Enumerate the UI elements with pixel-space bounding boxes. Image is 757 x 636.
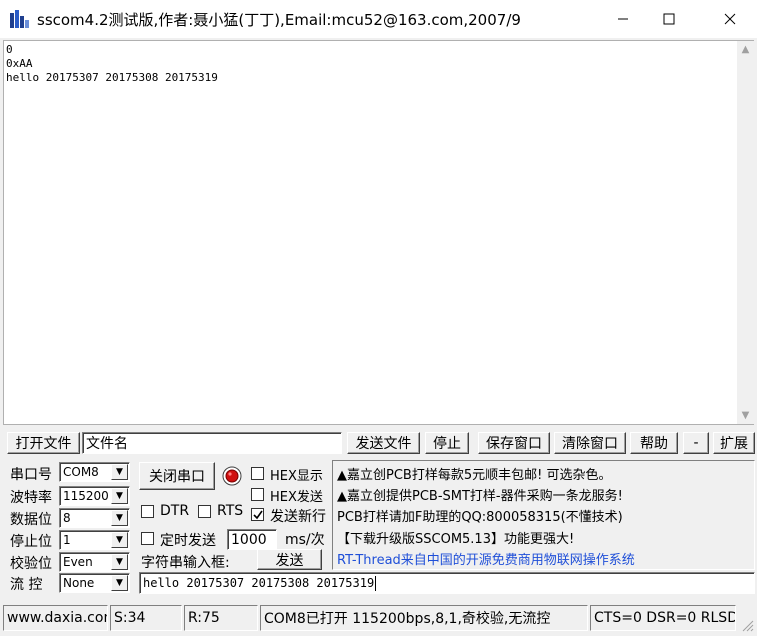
stop-bits-label: 停止位: [10, 534, 52, 550]
ad-line-3[interactable]: PCB打样请加F助理的QQ:800058315(不懂技术): [337, 506, 623, 525]
dtr-label: DTR: [160, 503, 190, 519]
status-sent-count: S:34: [110, 605, 182, 631]
ad-line-2[interactable]: ▲嘉立创提供PCB-SMT打样-器件采购一条龙服务!: [337, 485, 623, 504]
maximize-icon: [663, 13, 675, 25]
chevron-down-icon[interactable]: ▼: [111, 464, 128, 480]
received-text: 0 0xAA hello 20175307 20175308 20175319: [6, 43, 218, 84]
data-bits-select[interactable]: 8 ▼: [59, 508, 130, 528]
send-text-value: hello 20175307 20175308 20175319: [143, 576, 375, 590]
minimize-button[interactable]: [600, 0, 646, 38]
stop-bits-value: 1: [63, 533, 71, 547]
timed-send-checkbox[interactable]: [141, 532, 154, 545]
parity-select[interactable]: Even ▼: [59, 552, 130, 572]
chevron-down-icon[interactable]: ▼: [111, 554, 128, 570]
flow-control-label: 流 控: [10, 577, 43, 593]
parity-label: 校验位: [10, 556, 52, 572]
status-signals: CTS=0 DSR=0 RLSD=0: [590, 605, 736, 631]
port-label: 串口号: [10, 467, 52, 483]
ad-line-4[interactable]: 【下载升级版SSCOM5.13】功能更强大!: [337, 528, 574, 547]
flow-control-value: None: [63, 576, 95, 590]
title-bar[interactable]: sscom4.2测试版,作者:聂小猛(丁丁),Email:mcu52@163.c…: [0, 0, 757, 38]
file-name-input[interactable]: 文件名: [82, 432, 342, 454]
baud-value: 115200: [63, 489, 109, 503]
interval-input[interactable]: 1000: [227, 529, 277, 550]
data-bits-label: 数据位: [10, 512, 52, 528]
chevron-down-icon[interactable]: ▼: [111, 510, 128, 526]
stop-button[interactable]: 停止: [425, 432, 469, 454]
clear-window-button[interactable]: 清除窗口: [554, 432, 626, 454]
timed-send-label: 定时发送: [160, 533, 216, 549]
parity-value: Even: [63, 555, 93, 569]
hex-display-label: HEX显示: [270, 469, 323, 484]
send-button[interactable]: 发送: [257, 549, 322, 570]
help-button[interactable]: 帮助: [630, 432, 678, 454]
save-window-button[interactable]: 保存窗口: [478, 432, 550, 454]
text-cursor: [375, 575, 377, 591]
hex-send-checkbox[interactable]: [251, 488, 264, 501]
rts-checkbox[interactable]: [198, 505, 211, 518]
minimize-icon: [618, 18, 628, 20]
interval-unit: ms/次: [285, 532, 325, 548]
port-status-led-icon: [222, 466, 242, 486]
chevron-down-icon[interactable]: ▼: [111, 532, 128, 548]
ad-link-rtthread[interactable]: RT-Thread来自中国的开源免费商用物联网操作系统: [337, 549, 635, 568]
rts-label: RTS: [217, 503, 244, 519]
status-port-info: COM8已打开 115200bps,8,1,奇校验,无流控: [260, 605, 588, 631]
window-title: sscom4.2测试版,作者:聂小猛(丁丁),Email:mcu52@163.c…: [37, 11, 521, 29]
chevron-down-icon[interactable]: ▼: [111, 575, 128, 591]
scroll-up-icon[interactable]: ▲: [737, 41, 754, 58]
hex-display-checkbox[interactable]: [251, 467, 264, 480]
ad-line-1[interactable]: ▲嘉立创PCB打样每款5元顺丰包邮! 可选杂色。: [337, 464, 611, 483]
chevron-down-icon[interactable]: ▼: [111, 488, 128, 504]
receive-output-area[interactable]: 0 0xAA hello 20175307 20175308 20175319 …: [3, 40, 754, 425]
string-input-label: 字符串输入框:: [141, 555, 230, 571]
collapse-button[interactable]: -: [683, 432, 709, 454]
status-website[interactable]: www.daxia.com: [3, 605, 108, 631]
baud-label: 波特率: [10, 490, 52, 506]
hex-send-label: HEX发送: [270, 490, 323, 505]
baud-select[interactable]: 115200 ▼: [59, 486, 130, 506]
app-icon: [10, 10, 29, 28]
scroll-down-icon[interactable]: ▼: [737, 407, 754, 424]
status-received-count: R:75: [184, 605, 258, 631]
close-port-button[interactable]: 关闭串口: [139, 462, 215, 490]
expand-button[interactable]: 扩展: [713, 432, 755, 454]
vertical-scrollbar[interactable]: ▲ ▼: [737, 41, 754, 424]
dtr-checkbox[interactable]: [141, 505, 154, 518]
maximize-button[interactable]: [646, 0, 692, 38]
flow-control-select[interactable]: None ▼: [59, 573, 130, 593]
close-icon: [724, 13, 736, 25]
checkmark-icon: [252, 510, 263, 519]
send-newline-label: 发送新行: [270, 509, 326, 525]
data-bits-value: 8: [63, 511, 71, 525]
stop-bits-select[interactable]: 1 ▼: [59, 530, 130, 550]
resize-grip-icon[interactable]: [740, 618, 754, 632]
send-file-button[interactable]: 发送文件: [347, 432, 420, 454]
port-select[interactable]: COM8 ▼: [59, 462, 130, 482]
open-file-button[interactable]: 打开文件: [7, 432, 80, 454]
port-value: COM8: [63, 465, 99, 479]
ad-panel: ▲嘉立创PCB打样每款5元顺丰包邮! 可选杂色。 ▲嘉立创提供PCB-SMT打样…: [332, 460, 755, 570]
send-newline-checkbox[interactable]: [251, 508, 264, 521]
send-text-input[interactable]: hello 20175307 20175308 20175319: [139, 572, 755, 594]
close-button[interactable]: [707, 0, 753, 38]
